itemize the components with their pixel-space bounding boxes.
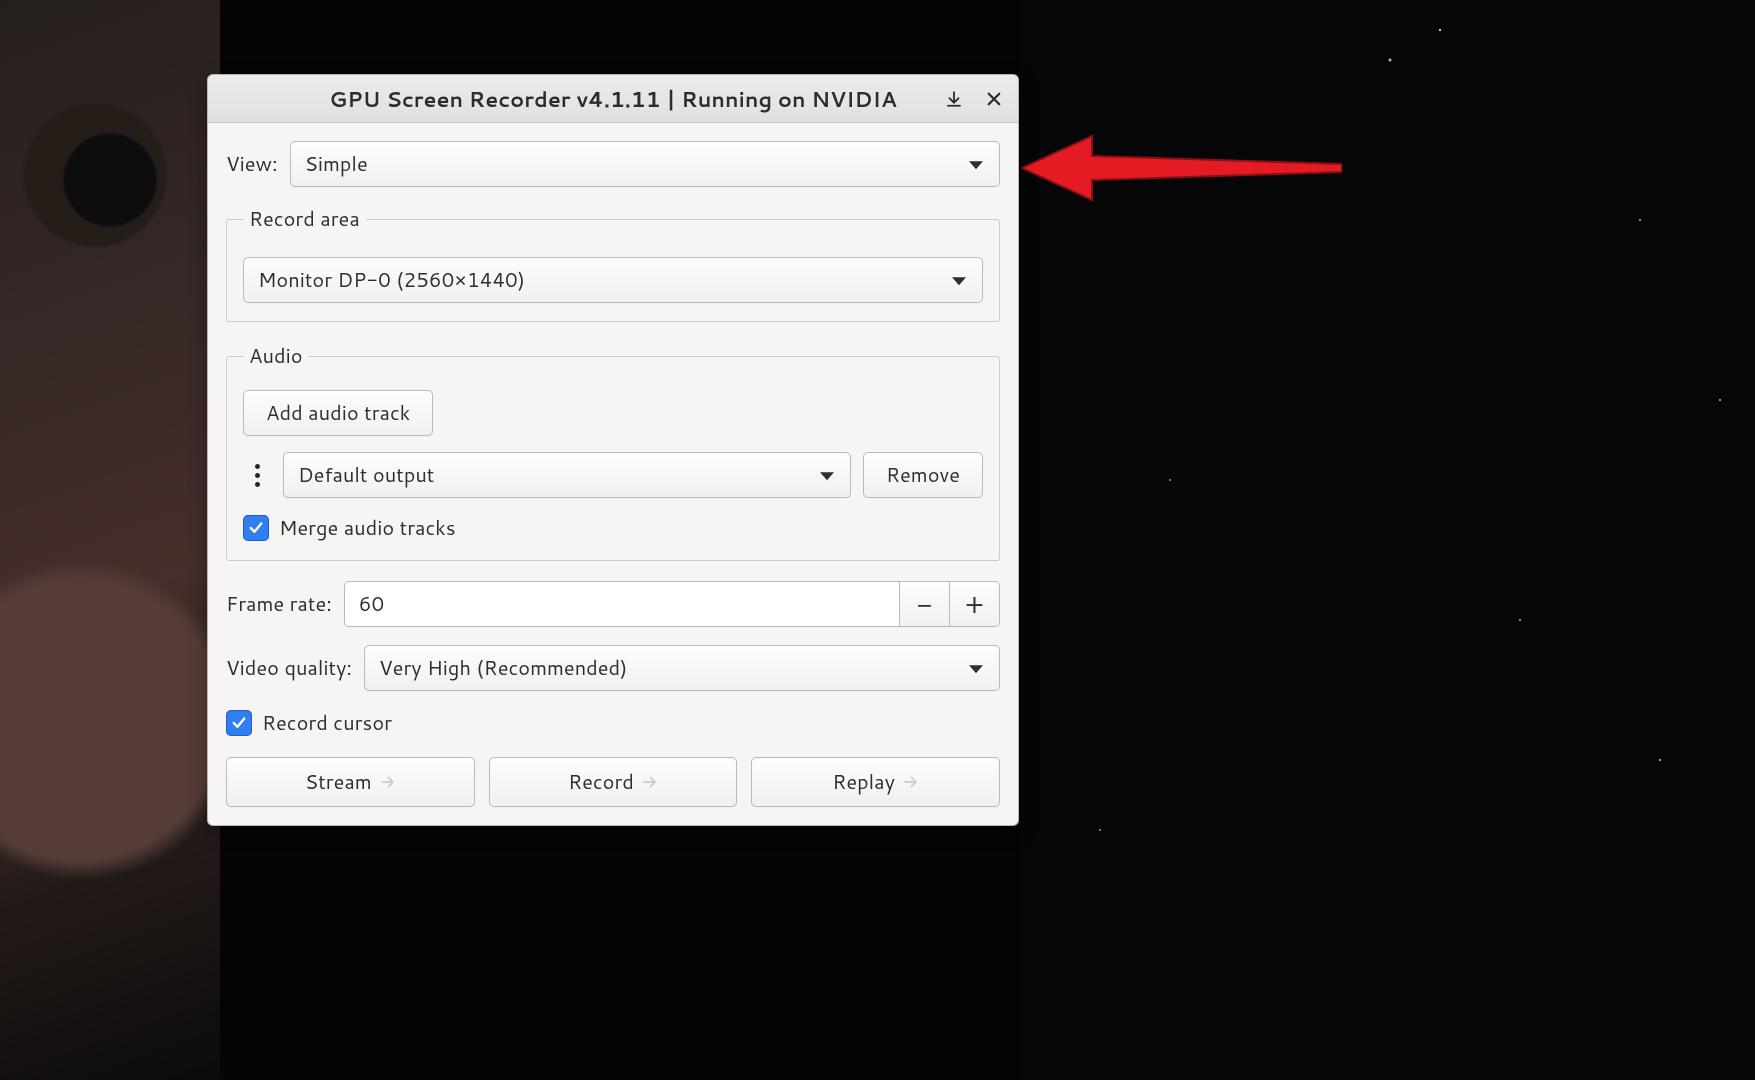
remove-audio-track-label: Remove bbox=[886, 461, 960, 489]
video-quality-select[interactable]: Very High (Recommended) bbox=[364, 645, 1000, 691]
merge-audio-checkbox[interactable]: Merge audio tracks bbox=[243, 514, 983, 542]
close-icon bbox=[985, 90, 1003, 108]
record-area-legend: Record area bbox=[243, 205, 366, 233]
frame-rate-decrement[interactable]: − bbox=[900, 581, 950, 627]
frame-rate-label: Frame rate: bbox=[226, 590, 332, 618]
remove-audio-track-button[interactable]: Remove bbox=[863, 452, 983, 498]
chevron-down-icon bbox=[969, 665, 983, 673]
record-area-select[interactable]: Monitor DP-0 (2560×1440) bbox=[243, 257, 983, 303]
minimize-button[interactable] bbox=[934, 75, 974, 123]
record-area-value: Monitor DP-0 (2560×1440) bbox=[258, 266, 525, 294]
frame-rate-value: 60 bbox=[359, 590, 384, 618]
frame-rate-stepper: 60 − + bbox=[344, 581, 1000, 627]
audio-track-value: Default output bbox=[298, 461, 434, 489]
frame-rate-increment[interactable]: + bbox=[950, 581, 1000, 627]
view-row: View: Simple bbox=[226, 141, 1000, 187]
titlebar[interactable]: GPU Screen Recorder v4.1.11 | Running on… bbox=[208, 75, 1018, 123]
chevron-down-icon bbox=[820, 472, 834, 480]
stream-button-label: Stream bbox=[305, 768, 372, 796]
action-bar: Stream Record Replay bbox=[226, 757, 1000, 807]
add-audio-track-label: Add audio track bbox=[266, 399, 410, 427]
wallpaper-left bbox=[0, 0, 220, 1080]
chevron-down-icon bbox=[969, 161, 983, 169]
record-area-group: Record area Monitor DP-0 (2560×1440) bbox=[226, 205, 1000, 322]
merge-audio-label: Merge audio tracks bbox=[279, 514, 456, 542]
arrow-right-icon bbox=[901, 773, 919, 791]
drag-handle-icon[interactable] bbox=[243, 452, 271, 498]
replay-button-label: Replay bbox=[832, 768, 895, 796]
video-quality-label: Video quality: bbox=[226, 654, 352, 682]
chevron-down-icon bbox=[952, 277, 966, 285]
record-cursor-checkbox[interactable]: Record cursor bbox=[226, 709, 1000, 737]
minus-icon: − bbox=[917, 590, 933, 618]
replay-button[interactable]: Replay bbox=[751, 757, 1000, 807]
audio-track-row: Default output Remove bbox=[243, 452, 983, 498]
close-button[interactable] bbox=[974, 75, 1014, 123]
view-select-value: Simple bbox=[305, 150, 368, 178]
window-title: GPU Screen Recorder v4.1.11 | Running on… bbox=[329, 84, 897, 114]
video-quality-value: Very High (Recommended) bbox=[379, 654, 627, 682]
view-label: View: bbox=[226, 150, 278, 178]
frame-rate-row: Frame rate: 60 − + bbox=[226, 581, 1000, 627]
app-window: GPU Screen Recorder v4.1.11 | Running on… bbox=[207, 74, 1019, 826]
audio-track-select[interactable]: Default output bbox=[283, 452, 851, 498]
add-audio-track-button[interactable]: Add audio track bbox=[243, 390, 433, 436]
stream-button[interactable]: Stream bbox=[226, 757, 475, 807]
download-icon bbox=[945, 90, 963, 108]
arrow-right-icon bbox=[640, 773, 658, 791]
checkbox-checked-icon bbox=[243, 515, 269, 541]
video-quality-row: Video quality: Very High (Recommended) bbox=[226, 645, 1000, 691]
arrow-right-icon bbox=[378, 773, 396, 791]
frame-rate-input[interactable]: 60 bbox=[344, 581, 900, 627]
view-select[interactable]: Simple bbox=[290, 141, 1000, 187]
record-cursor-label: Record cursor bbox=[262, 709, 392, 737]
audio-group: Audio Add audio track Default output Rem… bbox=[226, 342, 1000, 561]
checkbox-checked-icon bbox=[226, 710, 252, 736]
record-button[interactable]: Record bbox=[489, 757, 738, 807]
plus-icon: + bbox=[965, 590, 984, 618]
audio-legend: Audio bbox=[243, 342, 309, 370]
record-button-label: Record bbox=[568, 768, 634, 796]
window-content: View: Simple Record area Monitor DP-0 (2… bbox=[208, 123, 1018, 825]
wallpaper-right bbox=[1020, 0, 1755, 1080]
